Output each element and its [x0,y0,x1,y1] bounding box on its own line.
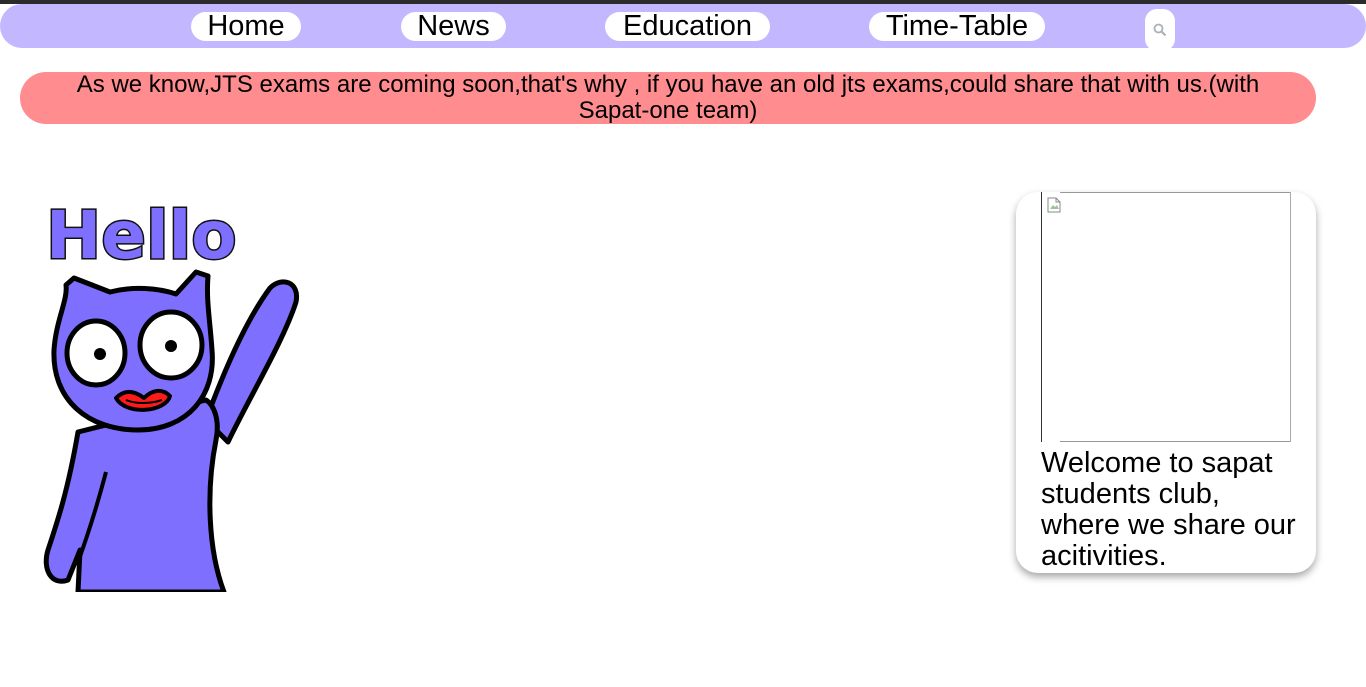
announcement-banner: As we know,JTS exams are coming soon,tha… [20,72,1316,124]
broken-image-icon [1047,197,1061,213]
nav-news[interactable]: News [401,12,506,41]
search-input[interactable] [1145,9,1175,51]
search-icon [1153,23,1167,37]
hello-text: Hello [46,197,237,274]
nav-time-table[interactable]: Time-Table [869,12,1045,41]
card-image [1041,192,1291,442]
nav-home[interactable]: Home [191,12,301,41]
nav-bar: Home News Education Time-Table [0,4,1366,51]
hello-cat-mascot: Hello [43,196,300,592]
nav-education[interactable]: Education [605,12,770,41]
welcome-card: Welcome to sapat students club, where we… [1016,192,1316,573]
welcome-text: Welcome to sapat students club, where we… [1041,447,1296,572]
